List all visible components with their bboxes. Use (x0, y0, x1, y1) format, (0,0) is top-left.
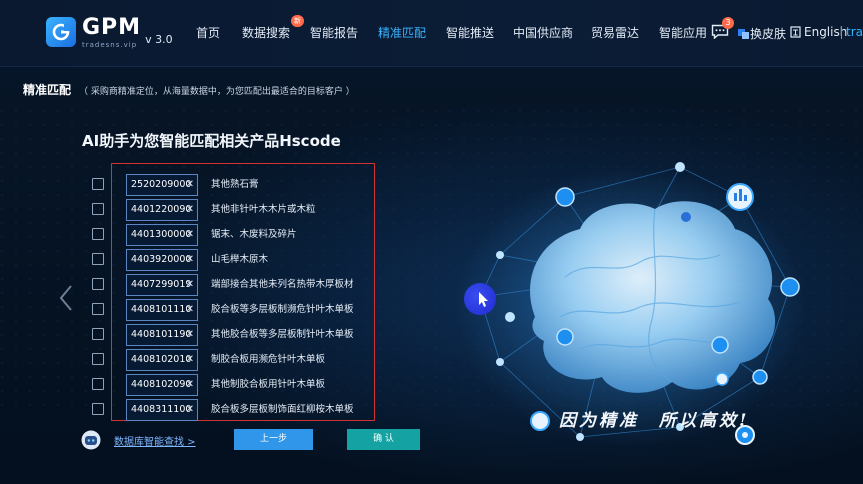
hscode-value: 4408102010 (131, 354, 192, 365)
main-content: 精准匹配 （ 采购商精准定位，从海量数据中，为您匹配出最适合的目标客户 ） AI… (0, 67, 863, 484)
new-badge: 新 (291, 15, 305, 27)
hscode-value: 4408102090 (131, 379, 192, 390)
main-nav: 首页 数据搜索 新 智能报告 精准匹配 智能推送 中国供应商 贸易雷达 智能应用 (0, 15, 863, 44)
hscode-tag: 4408102090 ✕ (126, 374, 198, 396)
product-name: 锯末、木废料及碎片 (211, 229, 297, 240)
list-item: 4401300000 ✕ 锯末、木废料及碎片 (92, 224, 376, 246)
remove-icon[interactable]: ✕ (186, 350, 194, 370)
language-icon (790, 26, 801, 38)
top-nav-bar: GPM tradesns.vip v 3.0 首页 数据搜索 新 智能报告 精准… (0, 0, 863, 67)
select-checkbox[interactable] (92, 178, 104, 190)
product-name: 端部接合其他未列名热带木厚板材 (211, 279, 354, 290)
cursor-icon (479, 292, 488, 307)
cursor-highlight (464, 283, 496, 315)
list-item: 4408311100 ✕ 胶合板多层板制饰面红柳桉木单板 (92, 399, 376, 421)
hscode-value: 4408311100 (131, 404, 192, 415)
hscode-tag: 4408101110 ✕ (126, 299, 198, 321)
remove-icon[interactable]: ✕ (186, 400, 194, 420)
hscode-tag: 2520209000 ✕ (126, 174, 198, 196)
page-description: （ 采购商精准定位，从海量数据中，为您匹配出最适合的目标客户 ） (79, 87, 355, 97)
slogan: 因为精准 所以高效! (559, 411, 750, 431)
select-checkbox[interactable] (92, 353, 104, 365)
product-name: 胶合板多层板制饰面红柳桉木单板 (211, 404, 354, 415)
select-checkbox[interactable] (92, 378, 104, 390)
app-window: GPM tradesns.vip v 3.0 首页 数据搜索 新 智能报告 精准… (0, 0, 863, 484)
database-search-link[interactable]: 数据库智能查找 > (114, 433, 196, 448)
select-checkbox[interactable] (92, 328, 104, 340)
hscode-tag: 4401300000 ✕ (126, 224, 198, 246)
hscode-list: 2520209000 ✕ 其他熟石膏 4401220090 ✕ 其他非针叶木木片或木… (92, 163, 376, 421)
hscode-tag: 4408101190 ✕ (126, 324, 198, 346)
skin-switch[interactable]: 换皮肤 (737, 25, 786, 42)
select-checkbox[interactable] (92, 303, 104, 315)
remove-icon[interactable]: ✕ (186, 300, 194, 320)
user-link[interactable]: tra (846, 25, 863, 39)
remove-icon[interactable]: ✕ (186, 375, 194, 395)
select-checkbox[interactable] (92, 403, 104, 415)
list-item: 4401220090 ✕ 其他非针叶木木片或木粒 (92, 199, 376, 221)
list-item: 4408101190 ✕ 其他胶合板等多层板制针叶木单板 (92, 324, 376, 346)
product-name: 其他胶合板等多层板制针叶木单板 (211, 329, 354, 340)
nav-item-label: 数据搜索 (242, 26, 291, 40)
nav-item-trade-radar[interactable]: 贸易雷达 (591, 24, 639, 41)
list-item: 4407299019 ✕ 端部接合其他未列名热带木厚板材 (92, 274, 376, 296)
skin-label: 换皮肤 (750, 27, 787, 41)
chevron-left-icon[interactable] (58, 283, 74, 313)
remove-icon[interactable]: ✕ (186, 175, 194, 195)
ai-headline: AI助手为您智能匹配相关产品Hscode (82, 132, 341, 150)
nav-item-smart-apps[interactable]: 智能应用 (659, 24, 707, 41)
previous-step-button[interactable]: 上一步 (234, 429, 313, 450)
nav-item-home[interactable]: 首页 (196, 24, 220, 41)
list-item: 4403920000 ✕ 山毛榉木原木 (92, 249, 376, 271)
remove-icon[interactable]: ✕ (186, 225, 194, 245)
hscode-value: 4407299019 (131, 279, 192, 290)
select-checkbox[interactable] (92, 278, 104, 290)
list-item: 2520209000 ✕ 其他熟石膏 (92, 174, 376, 196)
product-name: 胶合板等多层板制濒危针叶木单板 (211, 304, 354, 315)
hscode-value: 4408101190 (131, 329, 192, 340)
nav-item-precise-match[interactable]: 精准匹配 (378, 24, 426, 41)
remove-icon[interactable]: ✕ (186, 275, 194, 295)
remove-icon[interactable]: ✕ (186, 200, 194, 220)
hscode-value: 4401300000 (131, 229, 192, 240)
hscode-value: 4408101110 (131, 304, 192, 315)
robot-icon (81, 430, 101, 450)
divider (841, 26, 842, 39)
hscode-tag: 4403920000 ✕ (126, 249, 198, 271)
hscode-value: 4403920000 (131, 254, 192, 265)
select-checkbox[interactable] (92, 253, 104, 265)
hscode-value: 2520209000 (131, 179, 192, 190)
product-name: 制胶合板用濒危针叶木单板 (211, 354, 326, 365)
nav-item-data-search[interactable]: 数据搜索 新 (242, 15, 305, 41)
hscode-value: 4401220090 (131, 204, 192, 215)
product-name: 其他非针叶木木片或木粒 (211, 204, 316, 215)
select-checkbox[interactable] (92, 228, 104, 240)
nav-item-smart-push[interactable]: 智能推送 (446, 24, 494, 41)
nav-item-smart-report[interactable]: 智能报告 (310, 24, 358, 41)
hscode-tag: 4408311100 ✕ (126, 399, 198, 421)
list-item: 4408102090 ✕ 其他制胶合板用针叶木单板 (92, 374, 376, 396)
nav-item-china-suppliers[interactable]: 中国供应商 (513, 24, 573, 41)
product-name: 其他制胶合板用针叶木单板 (211, 379, 326, 390)
hscode-tag: 4408102010 ✕ (126, 349, 198, 371)
select-checkbox[interactable] (92, 203, 104, 215)
hscode-tag: 4401220090 ✕ (126, 199, 198, 221)
message-count-badge: 3 (722, 17, 734, 29)
remove-icon[interactable]: ✕ (186, 325, 194, 345)
page-title: 精准匹配 (23, 83, 72, 97)
skin-icon (738, 29, 749, 39)
language-switch[interactable]: English (790, 25, 847, 39)
confirm-button[interactable]: 确 认 (347, 429, 420, 450)
product-name: 其他熟石膏 (211, 179, 259, 190)
hscode-tag: 4407299019 ✕ (126, 274, 198, 296)
product-name: 山毛榉木原木 (211, 254, 269, 265)
list-item: 4408102010 ✕ 制胶合板用濒危针叶木单板 (92, 349, 376, 371)
list-item: 4408101110 ✕ 胶合板等多层板制濒危针叶木单板 (92, 299, 376, 321)
page-header: 精准匹配 （ 采购商精准定位，从海量数据中，为您匹配出最适合的目标客户 ） (23, 81, 355, 98)
remove-icon[interactable]: ✕ (186, 250, 194, 270)
